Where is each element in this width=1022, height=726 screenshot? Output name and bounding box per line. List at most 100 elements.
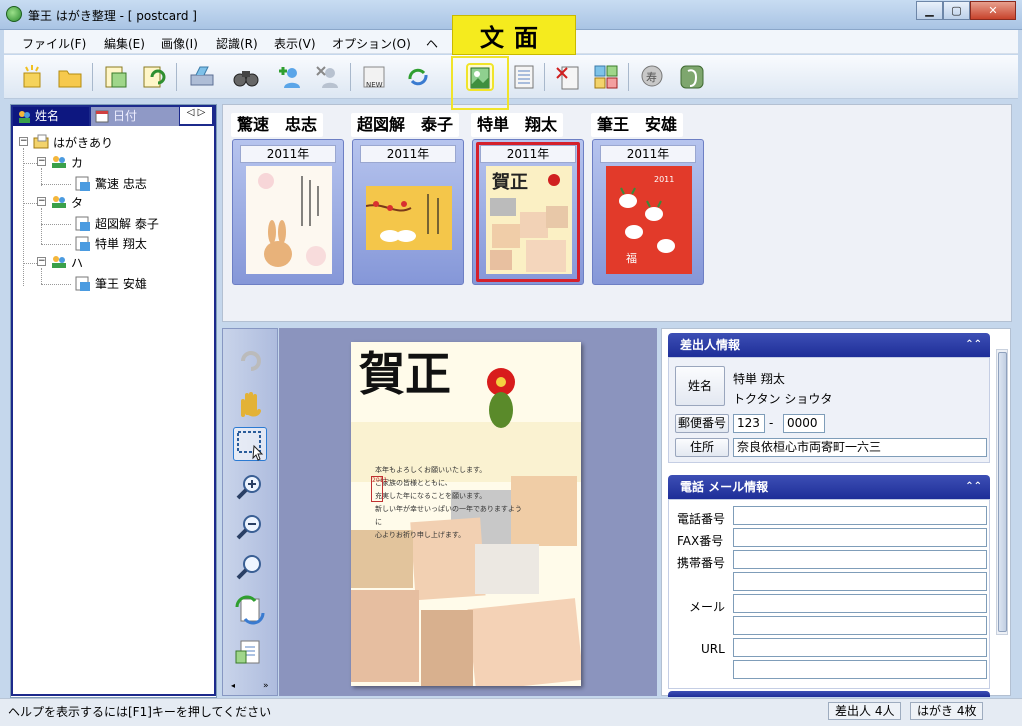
- group-icon: [52, 156, 66, 168]
- mail-field[interactable]: [733, 616, 987, 635]
- tree-root[interactable]: はがきあり: [53, 134, 113, 151]
- card-preview-area: 賀正 本年もよろしくお願いいたします。 ご家族の皆様とともに、 充実した年になる…: [279, 328, 657, 696]
- zoom-in-icon[interactable]: [233, 471, 267, 505]
- card-list-icon[interactable]: [592, 63, 620, 91]
- tree-item[interactable]: 特単 翔太: [95, 235, 147, 252]
- menu-options[interactable]: オプション(O): [332, 35, 411, 52]
- svg-text:寿: 寿: [646, 70, 657, 84]
- address-side-icon[interactable]: [510, 63, 538, 91]
- remove-card-icon[interactable]: [554, 63, 582, 91]
- open-folder-icon[interactable]: [56, 63, 84, 91]
- add-user-icon[interactable]: [276, 63, 304, 91]
- postal-dash: -: [769, 416, 774, 430]
- tab-date[interactable]: 日付: [91, 107, 179, 126]
- mobile-field[interactable]: [733, 550, 987, 569]
- menu-image[interactable]: 画像(I): [161, 35, 198, 52]
- url-label: URL: [701, 642, 725, 656]
- sender-section-header[interactable]: 差出人情報 ⌃⌃: [668, 333, 990, 357]
- sender-section: 姓名 特単 翔太 トクタン ショウタ 郵便番号 123 - 0000 住所 奈良…: [668, 357, 990, 463]
- flip-card-icon[interactable]: [233, 593, 267, 627]
- group-icon: [52, 256, 66, 268]
- menu-help[interactable]: ヘ: [426, 35, 438, 52]
- collapse-toggle[interactable]: −: [37, 257, 46, 266]
- refresh-db-icon[interactable]: [140, 63, 168, 91]
- address-button[interactable]: 住所: [675, 438, 729, 457]
- postcard-count: はがき 4枚: [910, 702, 984, 720]
- tab-scroll-arrows[interactable]: ◁ ▷: [180, 107, 212, 124]
- scrollbar-thumb[interactable]: [998, 352, 1007, 632]
- minimize-button[interactable]: ▁: [916, 1, 943, 20]
- card-name: 超図解 泰子: [351, 113, 460, 137]
- delete-user-icon[interactable]: [314, 63, 342, 91]
- zoom-fit-icon[interactable]: [233, 551, 267, 585]
- scroll-down-arrow[interactable]: »: [263, 681, 269, 691]
- url-field[interactable]: [733, 638, 987, 657]
- postal-code-button[interactable]: 郵便番号: [675, 414, 729, 433]
- person-card-icon: [75, 236, 90, 251]
- zoom-out-icon[interactable]: [233, 511, 267, 545]
- address-field[interactable]: 奈良依桓心市両寄町一六三: [733, 438, 987, 457]
- svg-text:賀正: 賀正: [491, 172, 528, 193]
- mail-field[interactable]: [733, 594, 987, 613]
- collapse-up-icon[interactable]: ⌃⌃: [965, 333, 982, 357]
- collapse-up-icon[interactable]: ⌃⌃: [965, 475, 982, 499]
- menu-recognize[interactable]: 認識(R): [216, 35, 258, 52]
- close-button[interactable]: ✕: [970, 1, 1016, 20]
- contact-section-header[interactable]: 電話 メール情報 ⌃⌃: [668, 475, 990, 499]
- binoculars-icon[interactable]: [232, 63, 260, 91]
- collapse-toggle[interactable]: −: [19, 137, 28, 146]
- url-field[interactable]: [733, 660, 987, 679]
- collapse-toggle[interactable]: −: [37, 157, 46, 166]
- mail-field[interactable]: [733, 572, 987, 591]
- fax-field[interactable]: [733, 528, 987, 547]
- person-card-icon: [75, 216, 90, 231]
- svg-text:2011: 2011: [654, 175, 674, 184]
- hand-icon[interactable]: [233, 387, 267, 421]
- menu-file[interactable]: ファイル(F): [22, 35, 86, 52]
- database-icon[interactable]: [102, 63, 130, 91]
- front-side-callout: 文面: [452, 15, 576, 55]
- collapse-toggle[interactable]: −: [37, 197, 46, 206]
- card-name: 筆王 安雄: [591, 113, 684, 137]
- tree-item[interactable]: 超図解 泰子: [95, 215, 159, 232]
- greeting-message: 本年もよろしくお願いいたします。 ご家族の皆様とともに、 充実した年になることを…: [375, 464, 525, 542]
- select-area-icon[interactable]: [233, 427, 267, 461]
- tab-date-label: 日付: [113, 109, 138, 123]
- name-button[interactable]: 姓名: [675, 366, 725, 406]
- new-card-icon[interactable]: NEW: [360, 63, 388, 91]
- status-bar: ヘルプを表示するには[F1]キーを押してください 差出人 4人 はがき 4枚: [0, 698, 1022, 726]
- tree-item[interactable]: 驚速 忠志: [95, 175, 147, 192]
- postcard-thumbnail-selected[interactable]: 2011年 賀正: [472, 139, 584, 285]
- card-layout-icon[interactable]: [233, 635, 267, 669]
- view-toolbar: ◂ »: [222, 328, 278, 696]
- postcard-thumbnail[interactable]: 2011年 2011 福: [592, 139, 704, 285]
- phone-field[interactable]: [733, 506, 987, 525]
- card-year: 2011年: [240, 145, 336, 163]
- postcard-thumbnail[interactable]: 2011年: [352, 139, 464, 285]
- tree-group-ha[interactable]: ハ: [71, 254, 83, 271]
- postal-code-1[interactable]: 123: [733, 414, 765, 433]
- new-file-icon[interactable]: [18, 63, 46, 91]
- calendar-icon: [95, 110, 109, 123]
- menu-edit[interactable]: 編集(E): [104, 35, 145, 52]
- group-icon: [52, 196, 66, 208]
- tab-name-label: 姓名: [35, 109, 60, 123]
- scan-icon[interactable]: [188, 63, 216, 91]
- postal-code-2[interactable]: 0000: [783, 414, 825, 433]
- tab-name[interactable]: 姓名: [13, 107, 89, 126]
- mail-label: メール: [689, 600, 726, 614]
- undo-icon[interactable]: [233, 341, 267, 375]
- postcard-thumbnail[interactable]: 2011年: [232, 139, 344, 285]
- menu-view[interactable]: 表示(V): [274, 35, 316, 52]
- tree-group-ka[interactable]: カ: [71, 154, 83, 171]
- rotate-icon[interactable]: [404, 63, 432, 91]
- tree-group-ta[interactable]: タ: [71, 194, 83, 211]
- evernote-icon[interactable]: [678, 63, 706, 91]
- next-section-header: [668, 691, 990, 697]
- scroll-up-arrow[interactable]: ◂: [231, 681, 235, 690]
- maximize-button[interactable]: ▢: [943, 1, 970, 20]
- stamp-icon[interactable]: 寿: [638, 63, 666, 91]
- info-scrollbar[interactable]: [996, 349, 1008, 635]
- tree-item[interactable]: 筆王 安雄: [95, 275, 147, 292]
- message-line: 本年もよろしくお願いいたします。: [375, 466, 487, 474]
